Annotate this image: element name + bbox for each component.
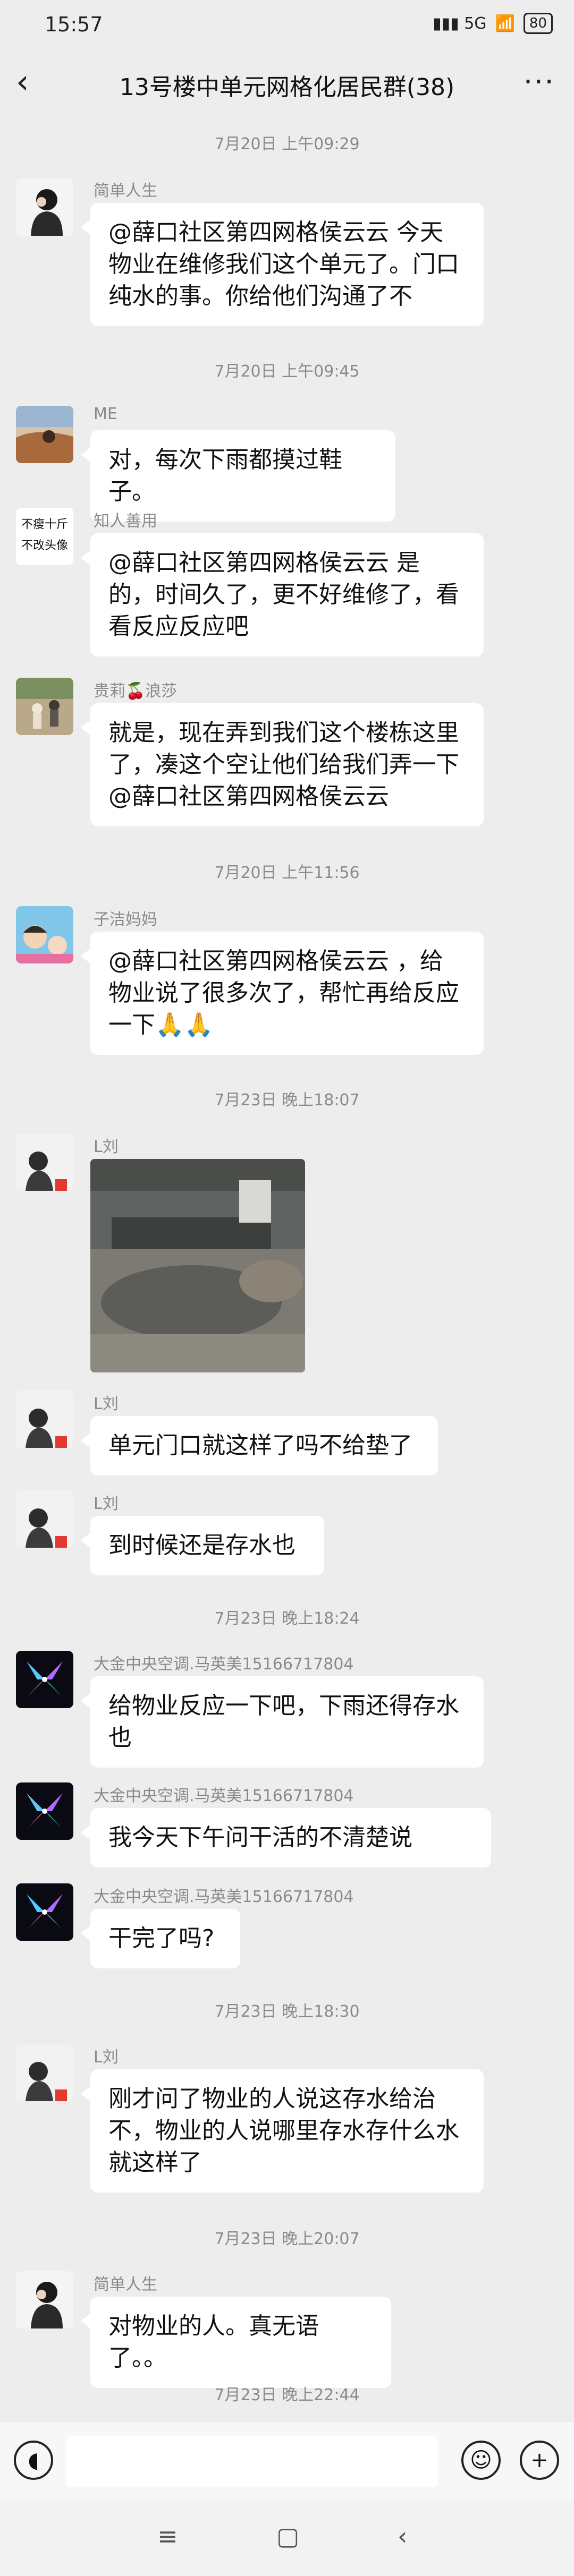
sender-name: 大金中央空调.马英美15166717804 bbox=[94, 1888, 354, 1906]
avatar[interactable] bbox=[16, 2271, 73, 2328]
sender-name: L刘 bbox=[94, 1395, 119, 1413]
sender-name: ME bbox=[94, 405, 117, 423]
avatar[interactable] bbox=[16, 1133, 73, 1191]
avatar[interactable] bbox=[16, 1883, 73, 1941]
wet-entrance-photo bbox=[90, 1159, 305, 1372]
message-input[interactable] bbox=[66, 2436, 438, 2487]
message-bubble[interactable]: @薛口社区第四网格侯云云 今天物业在维修我们这个单元了。门口纯水的事。你给他们沟… bbox=[81, 203, 484, 326]
avatar[interactable] bbox=[16, 2044, 73, 2101]
status-time: 15:57 bbox=[45, 13, 103, 36]
message-bubble[interactable]: 给物业反应一下吧，下雨还得存水也 bbox=[81, 1676, 484, 1768]
avatar[interactable] bbox=[16, 906, 73, 963]
signal-icon: ▮▮▮ 5G bbox=[433, 14, 487, 33]
avatar[interactable] bbox=[16, 678, 73, 735]
sender-name: 子洁妈妈 bbox=[94, 910, 157, 929]
emoji-icon[interactable]: ☺ bbox=[461, 2441, 501, 2480]
timestamp: 7月20日 上午11:56 bbox=[214, 864, 360, 882]
message-bubble[interactable]: 到时候还是存水也 bbox=[81, 1516, 324, 1575]
wifi-icon: 📶 bbox=[495, 14, 515, 33]
avatar[interactable] bbox=[16, 406, 73, 463]
system-nav-bar: ≡ ▢ ‹ bbox=[0, 2501, 574, 2576]
message-bubble[interactable]: 对物业的人。真无语了。。 bbox=[81, 2297, 391, 2388]
timestamp: 7月23日 晚上22:44 bbox=[214, 2386, 360, 2404]
sender-name: 简单人生 bbox=[94, 2275, 157, 2294]
home-icon[interactable]: ▢ bbox=[276, 2522, 299, 2551]
photo-message[interactable] bbox=[90, 1159, 305, 1372]
timestamp: 7月23日 晚上18:07 bbox=[214, 1091, 360, 1110]
chat-header: ‹ 13号楼中单元网格化居民群(38) ··· bbox=[0, 53, 574, 112]
more-options-icon[interactable]: ··· bbox=[524, 65, 555, 99]
status-bar: 15:57 ▮▮▮ 5G 📶 80 bbox=[0, 0, 574, 53]
timestamp: 7月20日 上午09:45 bbox=[214, 362, 360, 381]
sender-name: 大金中央空调.马英美15166717804 bbox=[94, 1787, 354, 1805]
sender-name: 简单人生 bbox=[94, 182, 157, 200]
avatar[interactable] bbox=[16, 178, 73, 236]
avatar[interactable] bbox=[16, 1490, 73, 1548]
message-bubble[interactable]: 就是，现在弄到我们这个楼栋这里了，凑这个空让他们给我们弄一下@薛口社区第四网格侯… bbox=[81, 703, 484, 826]
voice-input-icon[interactable]: ◖ bbox=[14, 2441, 53, 2480]
message-bubble[interactable]: 刚才问了物业的人说这存水给治不，物业的人说哪里存水存什么水就这样了 bbox=[81, 2069, 484, 2193]
battery-icon: 80 bbox=[523, 13, 553, 34]
timestamp: 7月23日 晚上18:30 bbox=[214, 2002, 360, 2021]
status-icons: ▮▮▮ 5G 📶 80 bbox=[433, 13, 553, 34]
sender-name: L刘 bbox=[94, 1495, 119, 1513]
message-bubble[interactable]: @薛口社区第四网格侯云云 ，给物业说了很多次了，帮忙再给反应一下🙏🙏 bbox=[81, 932, 484, 1055]
sender-name: 大金中央空调.马英美15166717804 bbox=[94, 1655, 354, 1674]
timestamp: 7月23日 晚上18:24 bbox=[214, 1609, 360, 1628]
sender-name: L刘 bbox=[94, 1138, 119, 1156]
back-icon[interactable]: ‹ bbox=[398, 2522, 407, 2551]
message-bubble[interactable]: 干完了吗? bbox=[81, 1909, 240, 1968]
menu-icon[interactable]: ≡ bbox=[157, 2522, 178, 2551]
chat-title: 13号楼中单元网格化居民群(38) bbox=[119, 74, 455, 101]
sender-name: 知人善用 bbox=[94, 512, 157, 531]
avatar[interactable]: 不瘦十斤 不改头像 bbox=[16, 508, 73, 565]
add-icon[interactable]: + bbox=[520, 2441, 559, 2480]
message-composer: ◖ ☺ + bbox=[0, 2421, 574, 2501]
timestamp: 7月20日 上午09:29 bbox=[214, 135, 360, 153]
avatar[interactable] bbox=[16, 1782, 73, 1840]
sender-name: L刘 bbox=[94, 2048, 119, 2067]
message-bubble[interactable]: @薛口社区第四网格侯云云 是的，时间久了，更不好维修了，看看反应反应吧 bbox=[81, 533, 484, 656]
avatar[interactable] bbox=[16, 1391, 73, 1448]
timestamp: 7月23日 晚上20:07 bbox=[214, 2230, 360, 2248]
sender-name: 贵莉🍒浪莎 bbox=[94, 682, 178, 701]
message-bubble[interactable]: 单元门口就这样了吗不给垫了 bbox=[81, 1416, 438, 1475]
message-bubble[interactable]: 我今天下午问干活的不清楚说 bbox=[81, 1808, 491, 1867]
avatar[interactable] bbox=[16, 1651, 73, 1708]
